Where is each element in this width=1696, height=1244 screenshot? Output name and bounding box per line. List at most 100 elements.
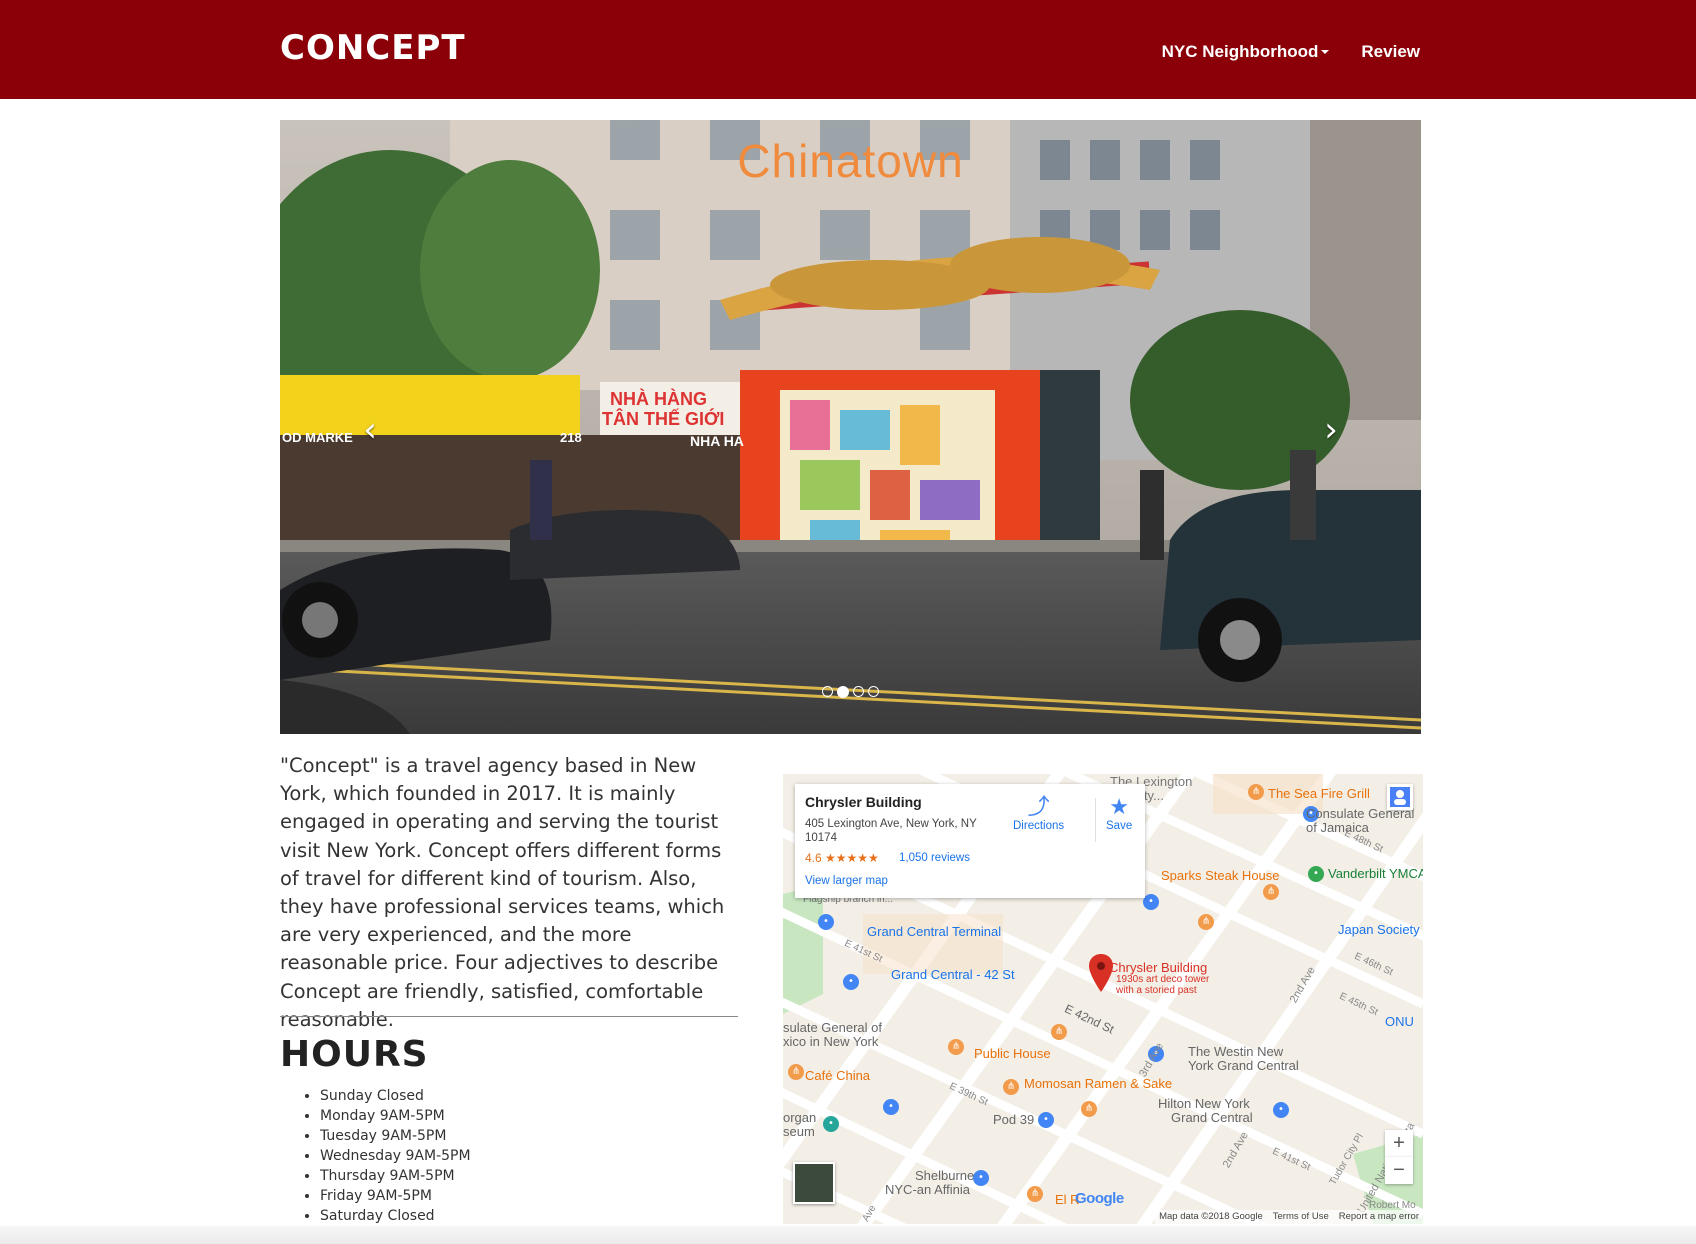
ymca-pin-icon[interactable]: • <box>1308 866 1324 882</box>
place-address: 405 Lexington Ave, New York, NY 10174 <box>805 818 977 844</box>
map-label: Sparks Steak House <box>1161 868 1280 883</box>
restaurant-icon[interactable]: ⋔ <box>1198 914 1214 930</box>
restaurant-icon[interactable]: ⋔ <box>1027 1186 1043 1202</box>
directions-label: Directions <box>1013 820 1065 832</box>
nav-neighborhood-dropdown[interactable]: NYC Neighborhood <box>1162 42 1330 62</box>
museum-icon[interactable]: • <box>823 1116 839 1132</box>
nav-review[interactable]: Review <box>1361 42 1420 62</box>
hours-item: Monday 9AM-5PM <box>320 1106 471 1126</box>
shopping-icon[interactable]: • <box>1143 894 1159 910</box>
hours-item: Saturday Closed <box>320 1206 471 1226</box>
hotel-icon[interactable]: • <box>1273 1102 1289 1118</box>
map-label: organ <box>783 1110 817 1125</box>
satellite-toggle-button[interactable] <box>793 1162 835 1204</box>
shopping-icon[interactable]: • <box>818 914 834 930</box>
hotel-icon[interactable]: • <box>973 1170 989 1186</box>
save-label: Save <box>1106 820 1133 832</box>
photo-sign-market: OD MARKE <box>282 430 353 445</box>
carousel-indicator[interactable] <box>868 686 879 697</box>
map-label: sulate General of <box>783 1020 883 1035</box>
photo-sign-line3: NHA HA <box>690 433 744 449</box>
photo-sign-line2: TÂN THẾ GIỚI <box>602 408 724 429</box>
carousel-indicators <box>280 686 1421 698</box>
restaurant-icon[interactable]: ⋔ <box>788 1064 804 1080</box>
carousel-indicator[interactable] <box>822 686 833 697</box>
hours-item: Wednesday 9AM-5PM <box>320 1146 471 1166</box>
hours-list: Sunday Closed Monday 9AM-5PM Tuesday 9AM… <box>320 1086 471 1226</box>
restaurant-icon[interactable]: ⋔ <box>1003 1079 1019 1095</box>
about-paragraph: "Concept" is a travel agency based in Ne… <box>280 754 725 1031</box>
map-label: ONU <box>1385 1014 1414 1029</box>
section-divider <box>280 1016 738 1017</box>
hotel-icon[interactable]: • <box>1038 1112 1054 1128</box>
map-label: Pod 39 <box>993 1112 1035 1127</box>
nav-neighborhood-label: NYC Neighborhood <box>1161 42 1319 61</box>
restaurant-icon[interactable]: ⋔ <box>1263 884 1279 900</box>
place-reviews-link[interactable]: 1,050 reviews <box>899 852 970 864</box>
map-marker-icon[interactable] <box>1089 954 1113 992</box>
directions-button[interactable]: ⤴ Directions <box>1013 794 1064 832</box>
nav-links: NYC Neighborhood Review <box>1162 42 1420 62</box>
brand-logo[interactable]: CONCEPT <box>280 28 466 68</box>
hours-item: Thursday 9AM-5PM <box>320 1166 471 1186</box>
hours-item: Sunday Closed <box>320 1086 471 1106</box>
carousel-next-button[interactable]: › <box>1311 410 1351 450</box>
restaurant-icon[interactable]: ⋔ <box>1248 784 1264 800</box>
zoom-out-button[interactable]: − <box>1385 1157 1413 1184</box>
hours-item: Tuesday 9AM-5PM <box>320 1126 471 1146</box>
carousel-caption-title: Chinatown <box>737 135 964 187</box>
caret-down-icon <box>1321 50 1330 54</box>
place-title: Chrysler Building <box>805 794 922 810</box>
google-map-embed[interactable]: ⋔ • ⋔ • ⋔ • • ⋔ ⋔ ⋔ ⋔ ⋔ • • • • • ⋔ • • … <box>783 774 1423 1224</box>
map-label: Japan Society <box>1338 922 1420 937</box>
street-view-pegman-icon[interactable] <box>1387 784 1413 810</box>
navbar: CONCEPT NYC Neighborhood Review <box>0 0 1696 99</box>
map-label: Chrysler Building <box>1109 960 1208 975</box>
map-label: York Grand Central <box>1188 1058 1299 1073</box>
save-button[interactable]: ★ Save <box>1106 794 1132 832</box>
shopping-icon[interactable]: • <box>843 974 859 990</box>
zoom-in-button[interactable]: + <box>1385 1130 1413 1157</box>
map-data-credit: Map data ©2018 Google <box>1159 1211 1263 1222</box>
terms-link[interactable]: Terms of Use <box>1273 1210 1329 1224</box>
map-label: Hilton New York <box>1158 1096 1250 1111</box>
restaurant-icon[interactable]: ⋔ <box>1081 1101 1097 1117</box>
carousel-indicator[interactable] <box>853 686 864 697</box>
map-label: Café China <box>805 1068 871 1083</box>
view-larger-map-link[interactable]: View larger map <box>805 875 888 887</box>
page-bottom-edge <box>0 1226 1696 1244</box>
consulate-icon[interactable]: • <box>883 1099 899 1115</box>
hours-item: Friday 9AM-5PM <box>320 1186 471 1206</box>
restaurant-icon[interactable]: ⋔ <box>948 1039 964 1055</box>
hero-carousel: NHÀ HÀNG TÂN THẾ GIỚI NHA HA OD MARKE 21… <box>280 120 1421 734</box>
chevron-right-icon: › <box>1324 410 1338 450</box>
carousel-photo: NHÀ HÀNG TÂN THẾ GIỚI NHA HA OD MARKE 21… <box>280 120 1421 734</box>
map-label: Shelburne <box>915 1168 975 1183</box>
map-label: 1930s art deco tower <box>1116 974 1210 985</box>
card-divider <box>1095 798 1096 842</box>
map-label: The Westin New <box>1188 1044 1284 1059</box>
google-logo: Google <box>1075 1190 1124 1207</box>
star-icon: ★ <box>1109 794 1129 819</box>
restaurant-icon[interactable]: ⋔ <box>1051 1024 1067 1040</box>
chevron-left-icon: ‹ <box>363 410 377 450</box>
map-label: Momosan Ramen & Sake <box>1024 1076 1173 1091</box>
report-error-link[interactable]: Report a map error <box>1339 1210 1419 1224</box>
map-label: Grand Central Terminal <box>867 924 1002 939</box>
place-info-card: Chrysler Building 405 Lexington Ave, New… <box>795 784 1145 898</box>
place-rating: 4.6 ★★★★★ <box>805 851 879 865</box>
directions-icon: ⤴ <box>1027 794 1050 819</box>
map-label: Grand Central <box>1171 1110 1253 1125</box>
map-label: Grand Central - 42 St <box>891 967 1015 982</box>
photo-sign-line1: NHÀ HÀNG <box>610 388 707 409</box>
photo-sign-number: 218 <box>560 430 582 445</box>
carousel-indicator-active[interactable] <box>837 686 849 698</box>
map-label: with a storied past <box>1116 985 1197 996</box>
map-label: NYC-an Affinia <box>885 1182 971 1197</box>
map-label: Public House <box>974 1046 1051 1061</box>
map-label: seum <box>783 1124 815 1139</box>
carousel-prev-button[interactable]: ‹ <box>350 410 390 450</box>
map-label: Vanderbilt YMCA <box>1328 866 1423 881</box>
hours-heading: HOURS <box>280 1034 429 1075</box>
map-label: The Sea Fire Grill <box>1268 786 1370 801</box>
